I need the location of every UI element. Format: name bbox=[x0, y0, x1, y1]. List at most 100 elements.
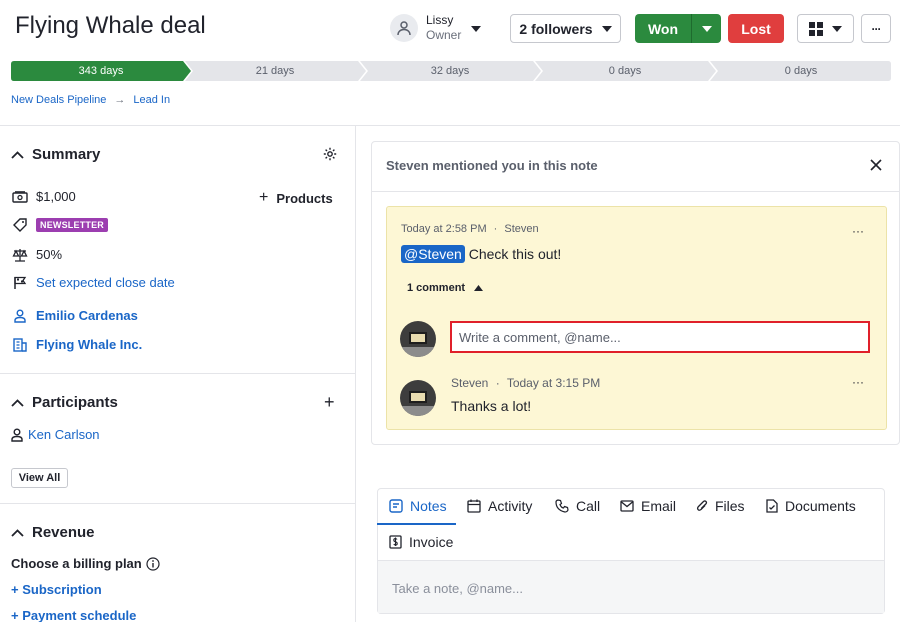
revenue-header[interactable]: Revenue bbox=[11, 524, 95, 541]
invoice-icon bbox=[389, 535, 402, 549]
avatar bbox=[400, 380, 436, 416]
comment-time: Today at 3:15 PM bbox=[506, 376, 601, 390]
followers-button[interactable]: 2 followers bbox=[510, 14, 621, 43]
flag-icon bbox=[11, 276, 29, 290]
comment-text: Thanks a lot! bbox=[451, 398, 532, 414]
tag-icon bbox=[11, 218, 29, 232]
note-meta: Today at 2:58 PM · Steven bbox=[401, 223, 539, 235]
note-icon bbox=[389, 499, 403, 513]
tab-files[interactable]: Files bbox=[696, 498, 745, 514]
chevron-down-icon[interactable] bbox=[471, 26, 482, 32]
chevron-down-icon bbox=[701, 25, 712, 32]
info-icon[interactable] bbox=[146, 556, 160, 571]
won-dropdown-button[interactable] bbox=[691, 14, 721, 43]
chevron-up-icon bbox=[11, 150, 24, 159]
more-actions-button[interactable]: ··· bbox=[861, 14, 891, 43]
person-row: Emilio Cardenas bbox=[11, 308, 138, 323]
note-text: Check this out! bbox=[468, 246, 562, 262]
summary-header[interactable]: Summary bbox=[11, 146, 100, 163]
person-icon bbox=[11, 309, 29, 323]
add-subscription-link[interactable]: + Subscription bbox=[11, 582, 102, 597]
owner-role: Owner bbox=[426, 28, 462, 42]
comments-count: 1 comment bbox=[407, 282, 466, 294]
tab-notes[interactable]: Notes bbox=[389, 498, 447, 514]
paperclip-icon bbox=[696, 500, 708, 511]
participants-header[interactable]: Participants bbox=[11, 394, 118, 411]
note-input[interactable]: Take a note, @name... bbox=[378, 560, 884, 613]
pipeline-stage-label[interactable]: 0 days bbox=[535, 61, 715, 81]
won-button-group: Won bbox=[635, 14, 721, 43]
divider bbox=[355, 126, 356, 622]
pipeline-stage-label[interactable]: 21 days bbox=[185, 61, 365, 81]
comment-author: Steven bbox=[451, 376, 489, 390]
chevron-down-icon bbox=[601, 25, 612, 32]
comment-more-button[interactable]: ··· bbox=[852, 375, 864, 389]
gear-icon[interactable] bbox=[323, 147, 337, 161]
mention-tag[interactable]: @Steven bbox=[401, 245, 465, 263]
pipeline-stage-label[interactable]: 0 days bbox=[711, 61, 891, 81]
page-title: Flying Whale deal bbox=[15, 12, 206, 39]
tab-label: Files bbox=[715, 498, 745, 514]
user-icon bbox=[390, 14, 418, 42]
products-button[interactable]: + Products bbox=[259, 189, 333, 207]
deal-value[interactable]: $1,000 bbox=[36, 189, 76, 204]
owner-name: Lissy bbox=[426, 13, 454, 27]
view-switcher-button[interactable] bbox=[797, 14, 854, 43]
tab-email[interactable]: Email bbox=[620, 498, 676, 514]
divider bbox=[0, 503, 355, 504]
close-icon[interactable] bbox=[870, 159, 882, 171]
tab-label: Call bbox=[576, 498, 601, 514]
comments-toggle[interactable]: 1 comment bbox=[407, 282, 484, 294]
caret-up-icon bbox=[474, 285, 484, 291]
comment-meta: Steven · Today at 3:15 PM bbox=[451, 376, 600, 390]
organization-row: Flying Whale Inc. bbox=[11, 337, 142, 352]
products-label: Products bbox=[276, 190, 333, 206]
note-more-button[interactable]: ··· bbox=[852, 224, 864, 238]
revenue-title: Revenue bbox=[32, 524, 95, 541]
mail-icon bbox=[620, 500, 634, 512]
organization-link[interactable]: Flying Whale Inc. bbox=[36, 337, 142, 352]
view-all-button[interactable]: View All bbox=[11, 468, 68, 488]
breadcrumb-pipeline-link[interactable]: New Deals Pipeline bbox=[11, 94, 106, 106]
phone-icon bbox=[555, 499, 569, 513]
divider bbox=[371, 191, 900, 192]
person-link[interactable]: Emilio Cardenas bbox=[36, 308, 138, 323]
tab-call[interactable]: Call bbox=[555, 498, 600, 514]
separator: · bbox=[495, 376, 500, 390]
lost-button[interactable]: Lost bbox=[728, 14, 784, 43]
breadcrumb: New Deals Pipeline → Lead In bbox=[11, 94, 170, 106]
add-payment-schedule-link[interactable]: + Payment schedule bbox=[11, 608, 136, 622]
label-badge[interactable]: NEWSLETTER bbox=[36, 218, 108, 232]
tab-label: Email bbox=[641, 498, 677, 514]
breadcrumb-stage-link[interactable]: Lead In bbox=[133, 94, 170, 106]
participants-title: Participants bbox=[32, 394, 118, 411]
tab-label: Invoice bbox=[409, 534, 454, 550]
divider bbox=[0, 373, 355, 374]
plus-icon: + bbox=[259, 189, 269, 206]
participant-link[interactable]: Ken Carlson bbox=[28, 427, 100, 442]
set-close-date-link[interactable]: Set expected close date bbox=[36, 275, 175, 290]
won-button[interactable]: Won bbox=[635, 14, 691, 43]
probability-value[interactable]: 50% bbox=[36, 247, 62, 262]
tab-invoice[interactable]: Invoice bbox=[389, 534, 453, 550]
followers-label: 2 followers bbox=[519, 20, 593, 37]
arrow-right-icon: → bbox=[114, 94, 126, 106]
document-icon bbox=[766, 499, 778, 513]
add-participant-button[interactable]: + bbox=[324, 392, 335, 413]
owner-selector[interactable]: Lissy Owner bbox=[390, 13, 482, 43]
pipeline-stage-label[interactable]: 32 days bbox=[360, 61, 540, 81]
scale-icon bbox=[11, 248, 29, 262]
more-icon: ··· bbox=[871, 21, 882, 36]
deal-value-row: $1,000 bbox=[11, 189, 76, 204]
active-tab-indicator bbox=[377, 523, 456, 525]
label-row: NEWSLETTER bbox=[11, 218, 108, 232]
money-icon bbox=[11, 190, 29, 203]
mention-card-title: Steven mentioned you in this note bbox=[386, 158, 598, 173]
tab-activity[interactable]: Activity bbox=[467, 498, 532, 514]
comment-input[interactable]: Write a comment, @name... bbox=[450, 321, 870, 353]
pipeline-stage-label[interactable]: 343 days bbox=[11, 61, 191, 81]
participant-row: Ken Carlson bbox=[11, 427, 100, 442]
avatar bbox=[400, 321, 436, 357]
tab-documents[interactable]: Documents bbox=[766, 498, 856, 514]
divider bbox=[0, 125, 900, 126]
